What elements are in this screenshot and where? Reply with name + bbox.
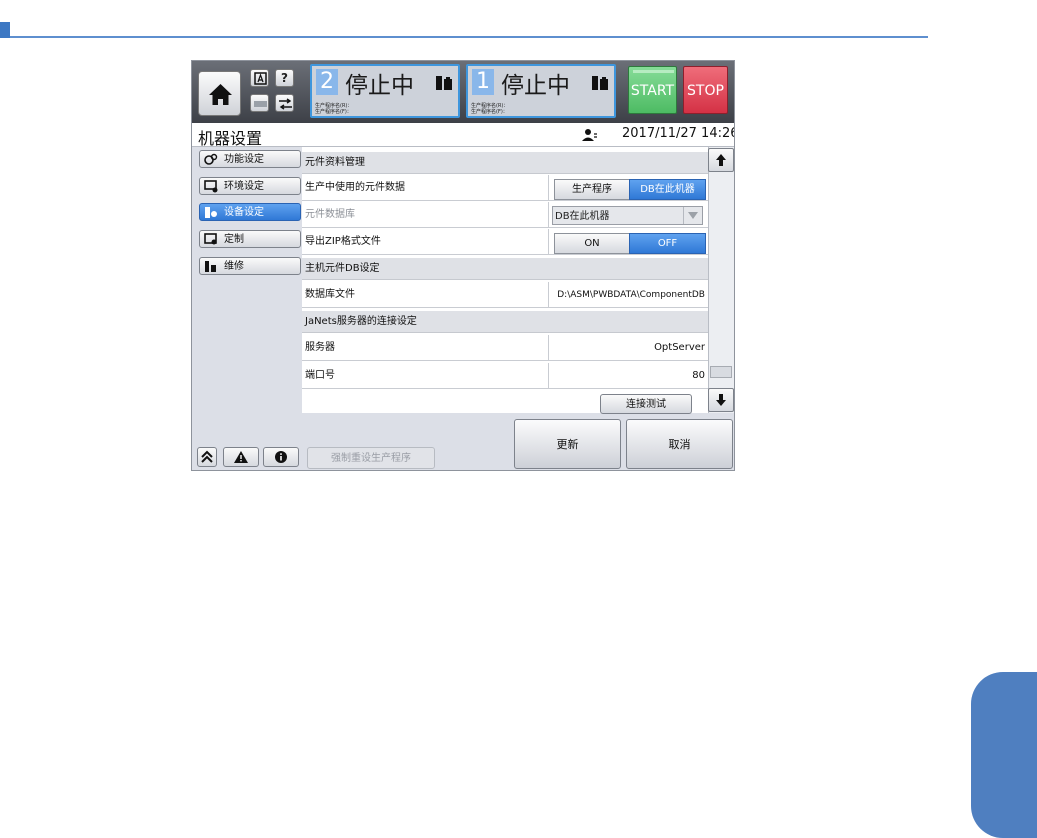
operator-icon [254, 101, 267, 107]
lane-2-status-panel[interactable]: 2 停止中 生产程序名(R)： 生产程序名(F)： [310, 64, 460, 118]
scroll-down-button[interactable] [708, 388, 734, 412]
row-server: 服务器 OptServer [302, 335, 708, 361]
title-row: 机器设置 2017/11/27 14:26 [192, 123, 735, 148]
option-production-program[interactable]: 生产程序 [554, 179, 630, 200]
mode-a-icon [254, 72, 267, 85]
row-divider [548, 363, 549, 389]
operation-mode-button[interactable] [250, 69, 269, 87]
collapse-button[interactable] [197, 447, 217, 467]
menu-item-label: 定制 [224, 234, 244, 245]
row-label: 数据库文件 [305, 289, 355, 300]
menu-item-label: 环境设定 [224, 181, 264, 192]
update-button[interactable]: 更新 [514, 419, 621, 469]
start-button[interactable]: START [628, 66, 677, 114]
info-icon [275, 451, 287, 463]
monitor-settings-icon [204, 180, 218, 193]
warning-button[interactable] [223, 447, 259, 467]
select-value: DB在此机器 [555, 211, 610, 222]
page-title: 机器设置 [198, 129, 263, 148]
row-divider [548, 202, 549, 228]
row-label: 导出ZIP格式文件 [305, 236, 381, 247]
connection-test-button[interactable]: 连接测试 [600, 394, 692, 414]
section-janets-connection: JaNets服务器的连接设定 [302, 311, 708, 333]
home-button[interactable] [198, 71, 241, 116]
transfer-button[interactable] [275, 94, 294, 112]
help-button[interactable]: ? [275, 69, 294, 87]
menu-item-customize[interactable]: 定制 [199, 230, 301, 248]
info-button[interactable] [263, 447, 299, 467]
page-header-rule [10, 36, 928, 38]
warning-icon [234, 451, 248, 463]
lane-1-status: 停止中 [501, 73, 570, 99]
lane-1-status-panel[interactable]: 1 停止中 生产程序名(R)： 生产程序名(F)： [466, 64, 616, 118]
option-db-on-this-machine[interactable]: DB在此机器 [629, 179, 706, 200]
row-component-data-in-production: 生产中使用的元件数据 生产程序 DB在此机器 [302, 175, 708, 201]
cancel-button[interactable]: 取消 [626, 419, 733, 469]
user-icon [582, 129, 597, 141]
device-settings-icon [205, 207, 217, 218]
row-database-file: 数据库文件 D:\ASM\PWBDATA\ComponentDB [302, 282, 708, 308]
lane-1-number: 1 [472, 69, 494, 95]
menu-item-label: 功能设定 [224, 154, 264, 165]
gear-cluster-icon [204, 153, 218, 165]
row-divider [548, 282, 549, 308]
chapter-side-tab [971, 672, 1037, 838]
row-component-database: 元件数据库 DB在此机器 [302, 202, 708, 228]
row-export-zip: 导出ZIP格式文件 ON OFF [302, 229, 708, 255]
menu-item-label: 设备设定 [224, 207, 264, 218]
scrollbar-thumb[interactable] [710, 366, 732, 378]
double-chevron-up-icon [201, 450, 213, 463]
section-host-component-db: 主机元件DB设定 [302, 258, 708, 280]
dropdown-arrow [683, 207, 702, 224]
force-reset-program-button[interactable]: 强制重设生产程序 [307, 447, 435, 469]
header-bar: ? 2 停止中 生产程序名(R)： 生产程序名(F)： 1 停止中 生产程序名(… [192, 61, 734, 123]
section-component-data-management: 元件资料管理 [302, 152, 708, 174]
custom-window-icon [204, 233, 217, 245]
menu-item-device-settings[interactable]: 设备设定 [199, 203, 301, 221]
operator-button[interactable] [250, 94, 269, 112]
menu-item-maintenance[interactable]: 维修 [199, 257, 301, 275]
port-value[interactable]: 80 [692, 363, 705, 389]
toggle-off[interactable]: OFF [629, 233, 706, 254]
help-icon: ? [281, 71, 288, 85]
menu-item-function-settings[interactable]: 功能设定 [199, 150, 301, 168]
lane-1-program-icon [592, 76, 608, 90]
triangle-down-icon [688, 212, 698, 219]
component-database-select[interactable]: DB在此机器 [552, 206, 703, 225]
row-label: 端口号 [305, 370, 335, 381]
menu-item-environment-settings[interactable]: 环境设定 [199, 177, 301, 195]
maintenance-icon [205, 261, 216, 272]
home-icon [209, 84, 232, 105]
transfer-icon [279, 98, 292, 110]
lane-2-program-f: 生产程序名(F)： [315, 109, 352, 115]
toggle-on[interactable]: ON [554, 233, 630, 254]
database-file-path[interactable]: D:\ASM\PWBDATA\ComponentDB [557, 282, 705, 308]
machine-screen: ? 2 停止中 生产程序名(R)： 生产程序名(F)： 1 停止中 生产程序名(… [191, 60, 735, 471]
lane-2-status: 停止中 [345, 73, 414, 99]
arrow-down-icon [716, 394, 726, 406]
row-divider [548, 335, 549, 361]
lane-1-program-f: 生产程序名(F)： [471, 109, 508, 115]
server-value[interactable]: OptServer [654, 335, 705, 361]
row-port: 端口号 80 [302, 363, 708, 389]
row-label: 生产中使用的元件数据 [305, 182, 405, 193]
datetime: 2017/11/27 14:26 [622, 126, 735, 141]
menu-item-label: 维修 [224, 261, 244, 272]
row-divider [548, 175, 549, 201]
row-divider [548, 229, 549, 255]
row-label: 服务器 [305, 342, 335, 353]
page-accent-bar [0, 22, 10, 38]
arrow-up-icon [716, 154, 726, 166]
stop-button[interactable]: STOP [683, 66, 728, 114]
lane-2-number: 2 [316, 69, 338, 95]
scroll-up-button[interactable] [708, 148, 734, 172]
row-label: 元件数据库 [305, 209, 355, 220]
lane-2-program-icon [436, 76, 452, 90]
